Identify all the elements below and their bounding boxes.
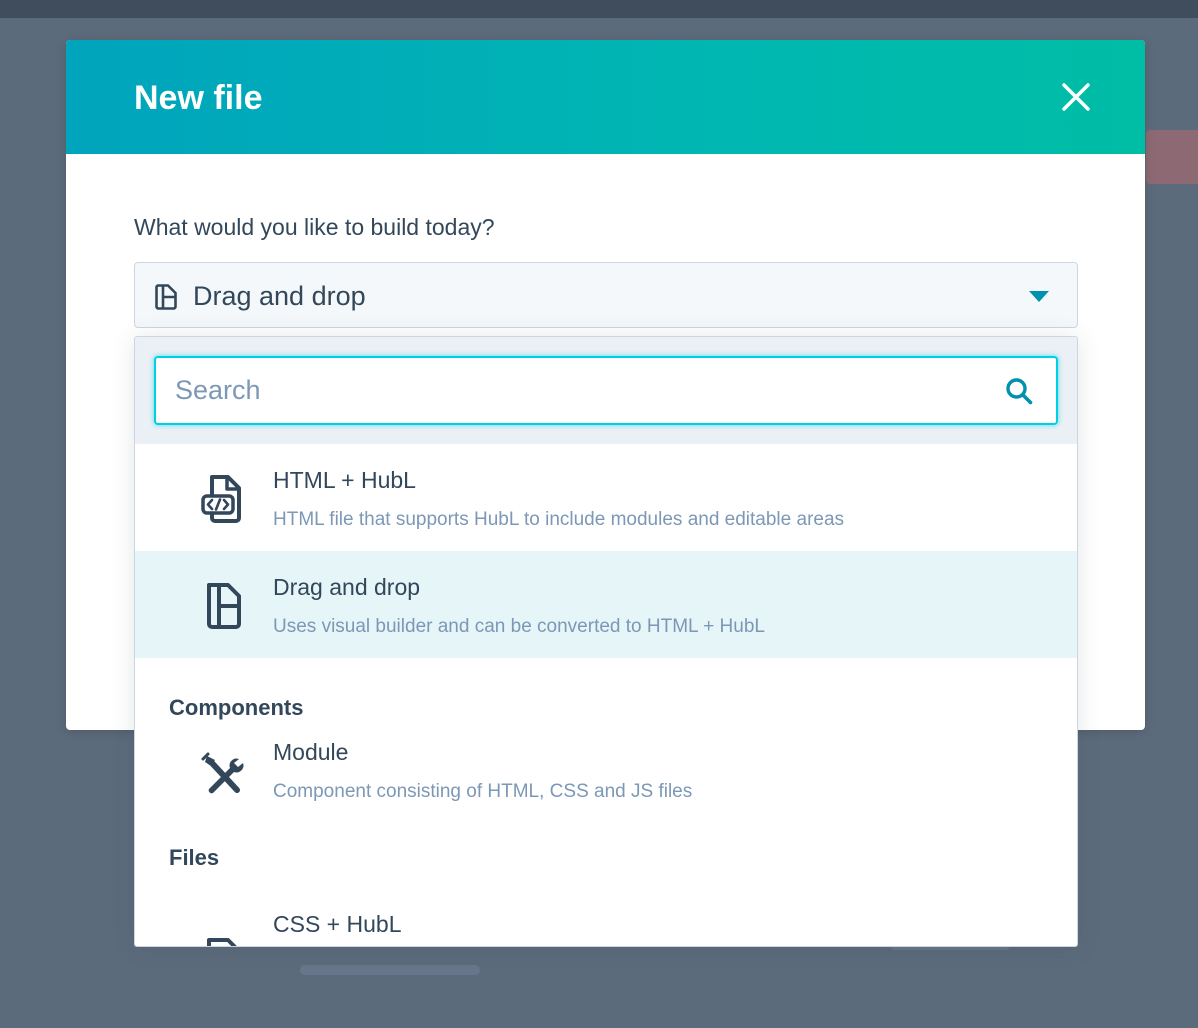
chevron-down-icon bbox=[1029, 291, 1049, 302]
option-description: HTML file that supports HubL to include … bbox=[273, 509, 845, 530]
selected-file-type: Drag and drop bbox=[193, 281, 366, 311]
file-type-select[interactable]: Drag and drop bbox=[134, 262, 1078, 328]
background-placeholder-line bbox=[300, 965, 480, 975]
file-type-dropdown: HTML + HubL HTML file that supports HubL… bbox=[134, 336, 1078, 947]
dropdown-search-area bbox=[135, 337, 1077, 444]
group-heading-label: Files bbox=[169, 845, 220, 870]
file-type-question: What would you like to build today? bbox=[134, 214, 495, 240]
file-icon bbox=[207, 938, 237, 946]
code-file-icon bbox=[201, 475, 241, 523]
option-html-hubl[interactable]: HTML + HubL HTML file that supports HubL… bbox=[135, 444, 1077, 551]
tools-icon bbox=[201, 752, 244, 794]
close-button[interactable] bbox=[1059, 80, 1093, 114]
option-title: CSS + HubL bbox=[273, 911, 402, 937]
option-module[interactable]: Module Component consisting of HTML, CSS… bbox=[135, 730, 1077, 832]
modal-title: New file bbox=[134, 79, 263, 117]
option-description: Component consisting of HTML, CSS and JS… bbox=[273, 781, 693, 802]
group-heading-components: Components bbox=[135, 658, 1077, 730]
option-title: Module bbox=[273, 739, 349, 765]
search-icon[interactable] bbox=[1005, 377, 1033, 405]
group-heading-label: Components bbox=[169, 695, 304, 720]
background-topbar bbox=[0, 0, 1198, 18]
option-description: Uses visual builder and can be converted… bbox=[273, 616, 765, 637]
background-accent-block bbox=[1146, 130, 1198, 184]
option-css-hubl[interactable]: CSS + HubL bbox=[135, 900, 1077, 946]
modal-header: New file bbox=[66, 40, 1145, 154]
page-layout-icon bbox=[155, 284, 177, 310]
search-input[interactable] bbox=[154, 356, 1058, 425]
close-icon bbox=[1062, 83, 1090, 111]
page-layout-icon bbox=[207, 583, 241, 629]
option-title: HTML + HubL bbox=[273, 467, 416, 493]
option-drag-and-drop[interactable]: Drag and drop Uses visual builder and ca… bbox=[135, 551, 1077, 658]
option-title: Drag and drop bbox=[273, 574, 421, 600]
group-heading-files: Files bbox=[135, 832, 1077, 900]
